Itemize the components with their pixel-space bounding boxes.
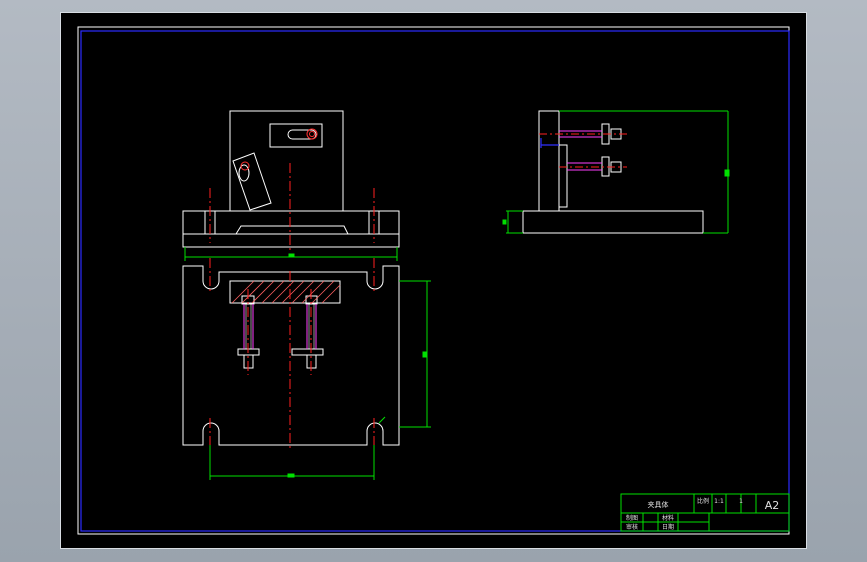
front-angled-block [232, 152, 272, 211]
front-base-recess [235, 225, 349, 235]
top-view-bolts [243, 304, 317, 349]
title-part-name: 夹具体 [648, 500, 669, 509]
title-material-label: 材料 [662, 514, 674, 522]
title-scale-value: 1:1 [714, 498, 724, 505]
side-base [522, 210, 704, 234]
side-view-bolts [559, 130, 602, 171]
front-angled-slot [238, 164, 250, 182]
top-base-outline [182, 265, 400, 446]
cad-viewport[interactable]: 夹具体 比例 1:1 1 A2 制图 材料 审核 日期 [60, 12, 807, 549]
top-view-dimensions [209, 280, 431, 480]
side-view-blue [540, 138, 559, 148]
front-view [182, 110, 400, 248]
side-upright [538, 110, 560, 212]
top-right-bolt-head [291, 348, 324, 356]
side-bracket [558, 144, 568, 208]
title-scale-label: 比例 [697, 497, 709, 505]
top-view [182, 265, 400, 446]
front-view-dimension [184, 247, 398, 261]
front-upright-plate [229, 110, 344, 212]
side-view [522, 110, 704, 234]
title-checked-by-label: 审核 [626, 523, 638, 531]
title-date-label: 日期 [662, 523, 674, 531]
title-sheet-size: A2 [765, 499, 780, 512]
cad-drawing: 夹具体 比例 1:1 1 A2 制图 材料 审核 日期 [77, 26, 790, 535]
title-sheet-no: 1 [739, 498, 743, 505]
top-view-centerlines [209, 258, 375, 458]
title-drawn-by-label: 制图 [626, 514, 638, 522]
top-view-bolt-threads [245, 304, 315, 349]
front-view-circles [240, 128, 318, 171]
sheet-outer-border [77, 26, 790, 535]
front-view-centerlines [209, 163, 375, 251]
drawing-frame [80, 30, 790, 532]
